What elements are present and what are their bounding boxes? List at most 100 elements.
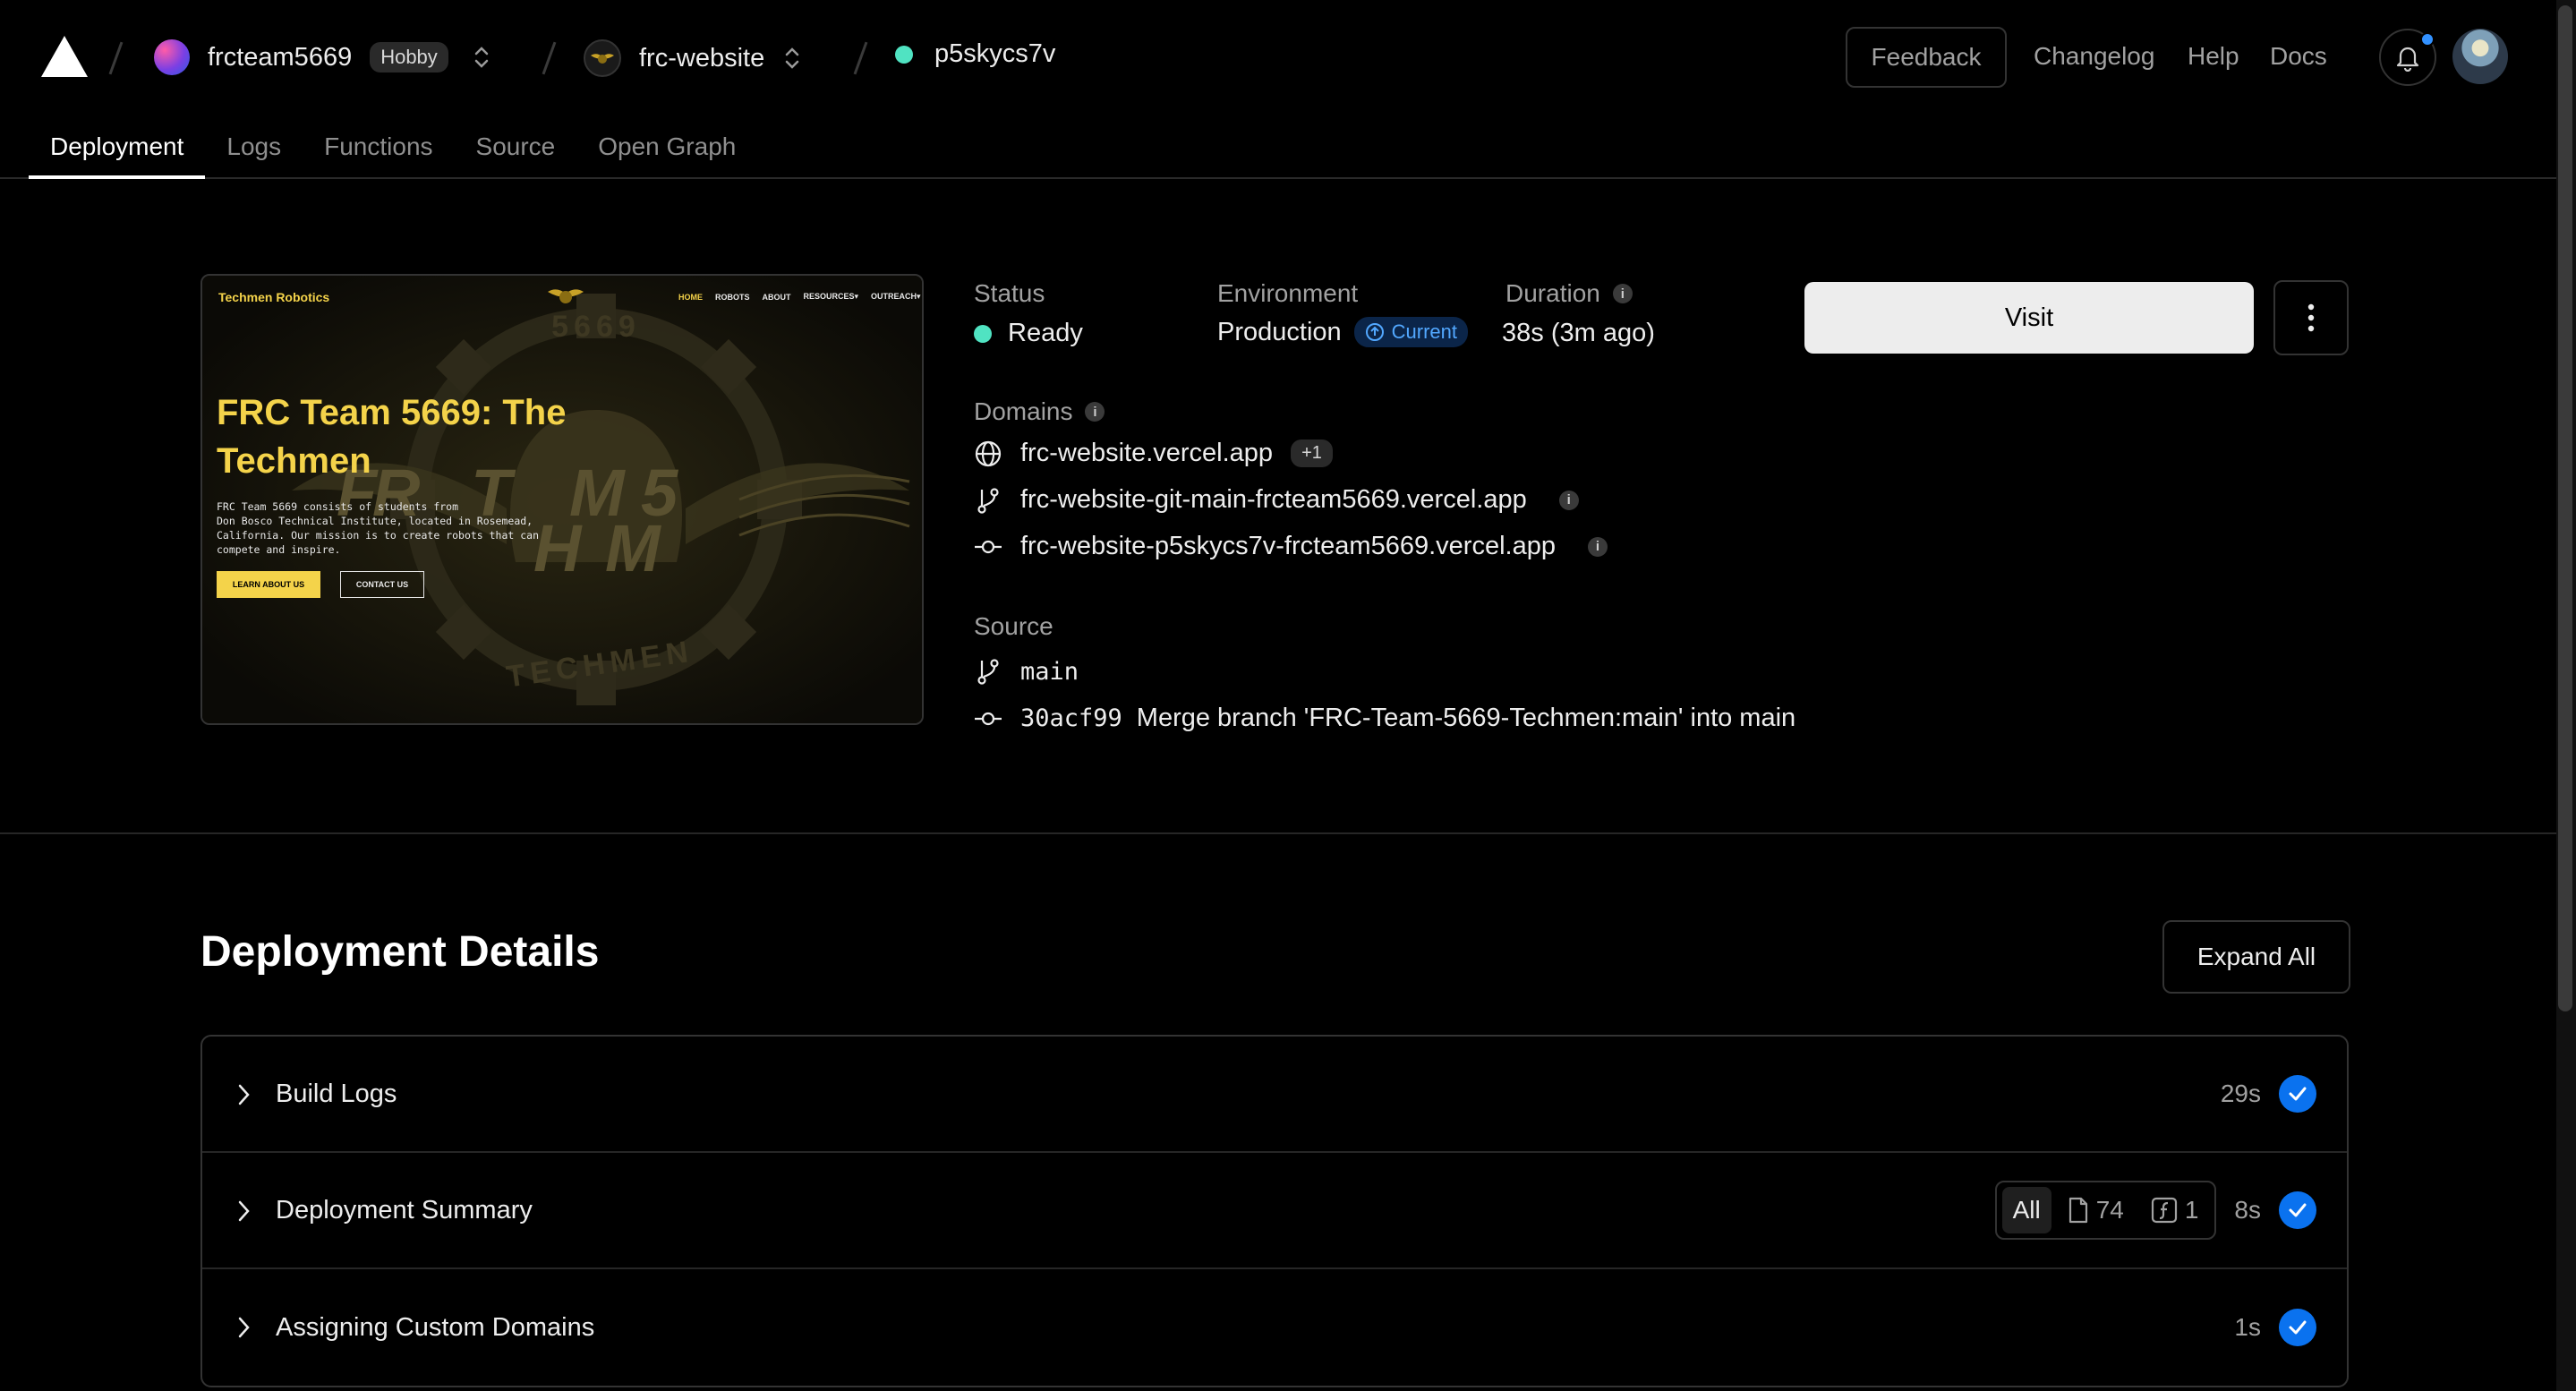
deployment-tabs: Deployment Logs Functions Source Open Gr…: [29, 115, 757, 179]
vercel-logo-icon[interactable]: [41, 36, 88, 77]
breadcrumb-separator: [108, 41, 124, 75]
preview-body: FRC Team 5669 consists of students from …: [217, 499, 539, 557]
preview-nav-item: HOME: [678, 292, 703, 302]
filter-functions[interactable]: 1: [2140, 1187, 2210, 1233]
git-branch-icon: [977, 659, 999, 685]
commit-message[interactable]: Merge branch 'FRC-Team-5669-Techmen:main…: [1137, 704, 1796, 733]
chevron-right-icon: [238, 1200, 250, 1222]
source-branch[interactable]: main: [1020, 658, 1079, 686]
deployment-details-panel: Build Logs 29s Deployment Summary All 74…: [200, 1035, 2349, 1387]
check-circle-icon: [2279, 1075, 2316, 1113]
deployment-crumb[interactable]: p5skycs7v: [895, 39, 1055, 69]
more-domains-badge[interactable]: +1: [1291, 439, 1333, 467]
changelog-link[interactable]: Changelog: [2034, 42, 2154, 71]
preview-nav-item: RESOURCES▾: [803, 292, 859, 301]
svg-text:M: M: [605, 511, 661, 585]
feedback-button[interactable]: Feedback: [1846, 27, 2007, 88]
info-icon[interactable]: i: [1558, 490, 1579, 510]
chevron-right-icon: [238, 1084, 250, 1105]
team-avatar: [154, 39, 190, 75]
status-label: Status: [974, 279, 1045, 307]
team-switcher[interactable]: frcteam5669 Hobby: [154, 39, 491, 75]
tab-functions[interactable]: Functions: [303, 115, 454, 179]
preview-heading: FRC Team 5669: The Techmen: [217, 388, 567, 485]
domains-label-row: Domains i: [974, 397, 1105, 426]
tab-logs[interactable]: Logs: [205, 115, 303, 179]
visit-button[interactable]: Visit: [1804, 282, 2254, 354]
preview-body-line: FRC Team 5669 consists of students from: [217, 500, 459, 513]
info-icon[interactable]: i: [1085, 402, 1105, 422]
plan-badge: Hobby: [370, 42, 448, 73]
accordion-row-assigning-custom-domains[interactable]: Assigning Custom Domains 1s: [202, 1269, 2347, 1386]
duration-label-row: Duration i: [1506, 279, 1633, 308]
preview-heading-line: Techmen: [217, 441, 371, 481]
domain-link[interactable]: frc-website.vercel.app: [1020, 439, 1273, 468]
notifications-button[interactable]: [2379, 29, 2436, 86]
domain-link[interactable]: frc-website-p5skycs7v-frcteam5669.vercel…: [1020, 532, 1556, 561]
expand-all-button[interactable]: Expand All: [2162, 920, 2350, 994]
svg-text:H: H: [533, 511, 583, 585]
chevron-right-icon: [238, 1317, 250, 1338]
tab-deployment[interactable]: Deployment: [29, 115, 206, 179]
status-dot-icon: [895, 45, 913, 64]
commit-sha[interactable]: 30acf99: [1020, 704, 1122, 732]
current-badge-label: Current: [1391, 320, 1458, 343]
check-circle-icon: [2279, 1309, 2316, 1346]
filter-static-files[interactable]: 74: [2057, 1187, 2135, 1233]
file-icon: [2068, 1197, 2087, 1224]
top-header: frcteam5669 Hobby frc-website p5skycs7v …: [0, 0, 2576, 179]
info-icon[interactable]: i: [1587, 536, 1608, 557]
accordion-row-build-logs[interactable]: Build Logs 29s: [202, 1037, 2347, 1153]
environment-value: Production: [1217, 317, 1342, 346]
summary-filter: All 74 1: [1994, 1181, 2217, 1240]
help-link[interactable]: Help: [2188, 42, 2239, 71]
domain-row: frc-website-git-main-frcteam5669.vercel.…: [974, 485, 1579, 515]
preview-nav-item: ROBOTS: [715, 292, 750, 302]
status-value-row: Ready: [974, 319, 1083, 348]
breadcrumb-separator: [542, 41, 557, 75]
tab-source[interactable]: Source: [455, 115, 577, 179]
breadcrumb-separator: [853, 41, 868, 75]
duration-value: 38s (3m ago): [1502, 319, 1655, 347]
info-icon[interactable]: i: [1612, 284, 1633, 303]
step-duration: 8s: [2234, 1196, 2261, 1224]
project-switcher[interactable]: frc-website: [584, 39, 802, 77]
project-name: frc-website: [639, 43, 765, 73]
accordion-title: Deployment Summary: [276, 1195, 533, 1225]
svg-text:5669: 5669: [551, 310, 641, 344]
static-files-count: 74: [2095, 1196, 2124, 1224]
domain-row: frc-website.vercel.app +1: [974, 439, 1333, 468]
current-badge: Current: [1353, 317, 1469, 347]
functions-count: 1: [2184, 1196, 2199, 1224]
domain-link[interactable]: frc-website-git-main-frcteam5669.vercel.…: [1020, 485, 1527, 515]
step-duration: 1s: [2234, 1313, 2261, 1341]
more-options-button[interactable]: [2273, 280, 2349, 355]
duration-label: Duration: [1506, 279, 1600, 307]
more-vertical-icon: [2307, 303, 2315, 332]
preview-nav-item: ABOUT: [762, 292, 791, 302]
tab-open-graph[interactable]: Open Graph: [576, 115, 757, 179]
scrollbar-thumb[interactable]: [2558, 5, 2572, 1011]
accordion-title: Assigning Custom Domains: [276, 1312, 595, 1342]
deployment-preview[interactable]: 5669 TECHMEN F R T M 5 H M Techmen Robot…: [200, 274, 924, 725]
source-label: Source: [974, 612, 1053, 640]
arrow-up-circle-icon: [1365, 323, 1384, 341]
preview-body-line: Don Bosco Technical Institute, located i…: [217, 515, 533, 527]
chevron-updown-icon[interactable]: [782, 44, 802, 73]
source-commit-row: 30acf99 Merge branch 'FRC-Team-5669-Tech…: [974, 704, 1796, 733]
preview-heading-line: FRC Team 5669: The: [217, 393, 567, 432]
preview-nav: HOME ROBOTS ABOUT RESOURCES▾ OUTREACH▾: [678, 292, 921, 302]
preview-body-line: compete and inspire.: [217, 543, 341, 556]
docs-link[interactable]: Docs: [2270, 42, 2327, 71]
chevron-updown-icon[interactable]: [472, 43, 491, 72]
git-branch-icon: [977, 487, 999, 514]
deployment-id: p5skycs7v: [934, 39, 1056, 68]
accordion-row-deployment-summary[interactable]: Deployment Summary All 74 1 8s: [202, 1153, 2347, 1269]
filter-all[interactable]: All: [2001, 1187, 2051, 1233]
user-avatar[interactable]: [2452, 29, 2508, 84]
notification-dot: [2420, 32, 2435, 47]
globe-icon: [975, 440, 1002, 466]
git-commit-icon: [975, 540, 1002, 553]
environment-label: Environment: [1217, 279, 1359, 307]
team-name: frcteam5669: [208, 42, 353, 72]
